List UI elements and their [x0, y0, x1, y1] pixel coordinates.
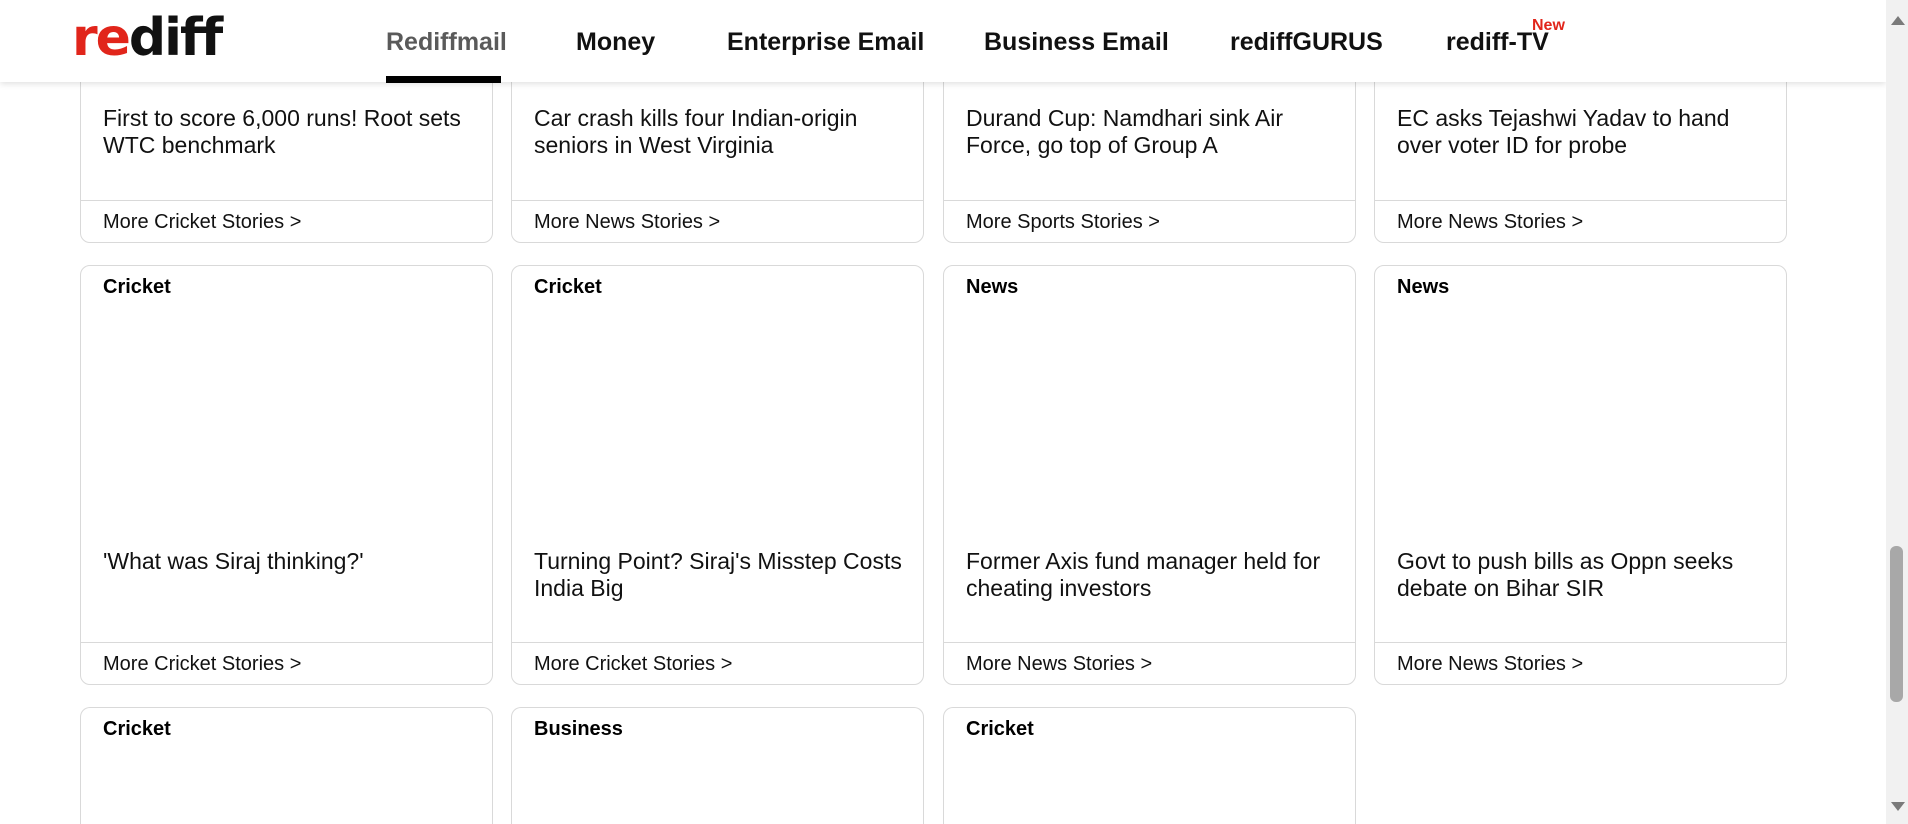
card-headline[interactable]: 'What was Siraj thinking?' — [103, 548, 478, 575]
card-category: News — [966, 276, 1019, 298]
card-category: Cricket — [966, 718, 1034, 740]
main-nav: Rediffmail Money Enterprise Email Busine… — [0, 0, 1886, 83]
card-category: Business — [534, 718, 623, 740]
scrollbar-thumb[interactable] — [1890, 546, 1903, 702]
more-stories-link[interactable]: More Cricket Stories > — [534, 653, 732, 676]
more-stories-link[interactable]: More Cricket Stories > — [103, 653, 301, 676]
card-category: Cricket — [103, 276, 171, 298]
more-stories-link[interactable]: More News Stories > — [1397, 211, 1583, 234]
scroll-down-arrow-icon[interactable] — [1891, 802, 1905, 811]
card-headline[interactable]: Former Axis fund manager held for cheati… — [966, 548, 1341, 602]
card-category: Cricket — [534, 276, 602, 298]
news-card[interactable]: Cricket — [80, 707, 493, 824]
more-stories-link[interactable]: More News Stories > — [534, 211, 720, 234]
card-footer: More Sports Stories > — [944, 200, 1355, 242]
new-badge: New — [1532, 17, 1565, 34]
more-stories-link[interactable]: More News Stories > — [1397, 653, 1583, 676]
card-headline[interactable]: Durand Cup: Namdhari sink Air Force, go … — [966, 105, 1341, 159]
card-headline[interactable]: Turning Point? Siraj's Misstep Costs Ind… — [534, 548, 909, 602]
card-footer: More News Stories > — [512, 200, 923, 242]
card-footer: More Cricket Stories > — [512, 642, 923, 684]
card-footer: More Cricket Stories > — [81, 200, 492, 242]
card-category: Cricket — [103, 718, 171, 740]
nav-business-email[interactable]: Business Email — [984, 28, 1169, 57]
nav-enterprise-email[interactable]: Enterprise Email — [727, 28, 924, 57]
news-card[interactable]: Cricket — [943, 707, 1356, 824]
top-header: re diff Rediffmail Money Enterprise Email… — [0, 0, 1886, 83]
vertical-scrollbar[interactable] — [1886, 0, 1908, 824]
card-headline[interactable]: Car crash kills four Indian-origin senio… — [534, 105, 909, 159]
nav-money[interactable]: Money — [576, 28, 655, 57]
card-footer: More News Stories > — [944, 642, 1355, 684]
news-card[interactable]: News Former Axis fund manager held for c… — [943, 265, 1356, 685]
card-headline[interactable]: EC asks Tejashwi Yadav to hand over vote… — [1397, 105, 1772, 159]
news-card[interactable]: Business — [511, 707, 924, 824]
more-stories-link[interactable]: More News Stories > — [966, 653, 1152, 676]
active-tab-underline — [386, 76, 501, 83]
nav-rediffgurus[interactable]: rediffGURUS — [1230, 28, 1383, 57]
scroll-up-arrow-icon[interactable] — [1891, 16, 1905, 25]
card-headline[interactable]: First to score 6,000 runs! Root sets WTC… — [103, 105, 478, 159]
card-category: News — [1397, 276, 1450, 298]
card-headline[interactable]: Govt to push bills as Oppn seeks debate … — [1397, 548, 1772, 602]
nav-rediffmail[interactable]: Rediffmail — [386, 28, 507, 57]
news-card[interactable]: Cricket 'What was Siraj thinking?' More … — [80, 265, 493, 685]
news-card[interactable]: Cricket Turning Point? Siraj's Misstep C… — [511, 265, 924, 685]
card-footer: More News Stories > — [1375, 200, 1786, 242]
card-footer: More Cricket Stories > — [81, 642, 492, 684]
more-stories-link[interactable]: More Cricket Stories > — [103, 211, 301, 234]
news-card[interactable]: News Govt to push bills as Oppn seeks de… — [1374, 265, 1787, 685]
card-footer: More News Stories > — [1375, 642, 1786, 684]
more-stories-link[interactable]: More Sports Stories > — [966, 211, 1160, 234]
